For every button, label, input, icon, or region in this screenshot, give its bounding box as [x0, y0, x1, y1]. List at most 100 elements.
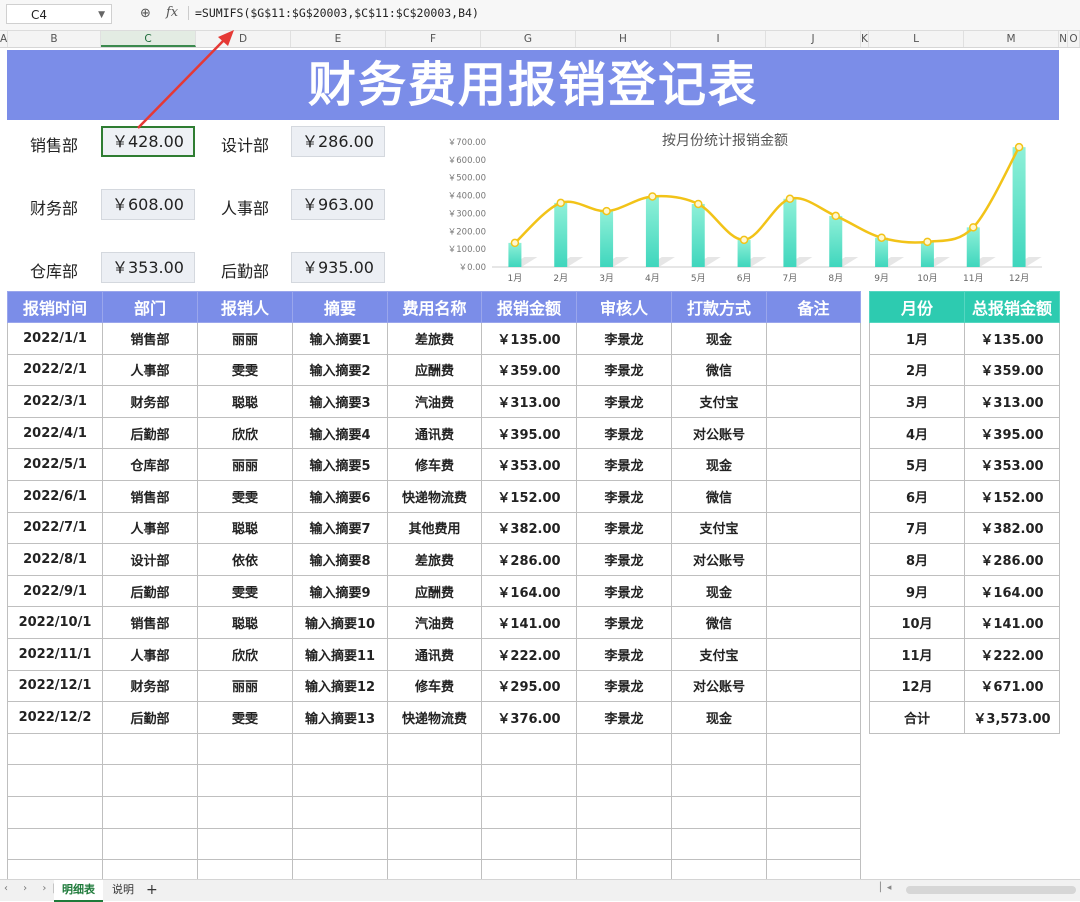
- table-cell[interactable]: 丽丽: [197, 322, 293, 355]
- table-cell[interactable]: 依依: [197, 543, 293, 576]
- table-cell[interactable]: 李景龙: [576, 385, 672, 418]
- table-cell[interactable]: 财务部: [102, 669, 198, 703]
- table-cell[interactable]: 销售部: [102, 479, 198, 513]
- add-sheet-icon[interactable]: +: [146, 882, 158, 898]
- table-cell[interactable]: 2022/9/1: [7, 574, 103, 608]
- table-cell[interactable]: 2022/4/1: [7, 416, 103, 450]
- table-cell[interactable]: [766, 448, 861, 481]
- column-header-e[interactable]: E: [291, 31, 386, 47]
- table-cell[interactable]: [766, 606, 861, 639]
- table-cell[interactable]: [766, 385, 861, 418]
- table-cell[interactable]: 李景龙: [576, 448, 672, 481]
- empty-cell[interactable]: [197, 764, 293, 797]
- table-cell[interactable]: 其他费用: [387, 511, 482, 545]
- empty-cell[interactable]: [671, 764, 767, 797]
- table-cell[interactable]: 后勤部: [102, 574, 198, 608]
- table-cell[interactable]: 5月: [869, 448, 965, 481]
- empty-cell[interactable]: [7, 827, 103, 861]
- empty-cell[interactable]: [197, 795, 293, 829]
- empty-cell[interactable]: [292, 827, 388, 861]
- table-cell[interactable]: 现金: [671, 448, 767, 481]
- table-cell[interactable]: 修车费: [387, 669, 482, 703]
- table-cell[interactable]: 快递物流费: [387, 479, 482, 513]
- table-cell[interactable]: ￥295.00: [481, 669, 577, 703]
- column-header[interactable]: 打款方式: [671, 291, 767, 323]
- column-header-l[interactable]: L: [869, 31, 964, 47]
- table-cell[interactable]: 2月: [869, 353, 965, 387]
- table-cell[interactable]: 李景龙: [576, 543, 672, 576]
- table-cell[interactable]: 输入摘要2: [292, 353, 388, 387]
- table-cell[interactable]: 输入摘要4: [292, 416, 388, 450]
- column-header-h[interactable]: H: [576, 31, 671, 47]
- table-cell[interactable]: ￥286.00: [481, 543, 577, 576]
- empty-cell[interactable]: [102, 764, 198, 797]
- table-cell[interactable]: 输入摘要6: [292, 479, 388, 513]
- table-cell[interactable]: 差旅费: [387, 322, 482, 355]
- table-cell[interactable]: 对公账号: [671, 416, 767, 450]
- empty-cell[interactable]: [387, 795, 482, 829]
- empty-cell[interactable]: [481, 795, 577, 829]
- table-cell[interactable]: ￥135.00: [964, 322, 1060, 355]
- table-cell[interactable]: 微信: [671, 479, 767, 513]
- table-cell[interactable]: ￥395.00: [481, 416, 577, 450]
- column-header-g[interactable]: G: [481, 31, 576, 47]
- table-cell[interactable]: 应酬费: [387, 574, 482, 608]
- empty-cell[interactable]: [197, 732, 293, 766]
- table-cell[interactable]: 2022/7/1: [7, 511, 103, 545]
- column-header-n[interactable]: N: [1059, 31, 1068, 47]
- table-cell[interactable]: ￥141.00: [481, 606, 577, 639]
- table-cell[interactable]: 丽丽: [197, 448, 293, 481]
- table-cell[interactable]: 应酬费: [387, 353, 482, 387]
- column-header[interactable]: 总报销金额: [964, 291, 1060, 323]
- table-cell[interactable]: 李景龙: [576, 701, 672, 734]
- table-cell[interactable]: 设计部: [102, 543, 198, 576]
- chevron-down-icon[interactable]: ▼: [98, 5, 105, 25]
- table-cell[interactable]: 聪聪: [197, 606, 293, 639]
- dept-total-cell[interactable]: ￥286.00: [291, 126, 385, 157]
- table-cell[interactable]: 差旅费: [387, 543, 482, 576]
- column-header[interactable]: 审核人: [576, 291, 672, 323]
- empty-cell[interactable]: [292, 764, 388, 797]
- formula-input[interactable]: =SUMIFS($G$11:$G$20003,$C$11:$C$20003,B4…: [188, 6, 479, 20]
- tab-notes[interactable]: 说明: [104, 880, 142, 900]
- table-cell[interactable]: 聪聪: [197, 385, 293, 418]
- table-cell[interactable]: 输入摘要9: [292, 574, 388, 608]
- table-cell[interactable]: ￥382.00: [964, 511, 1060, 545]
- table-cell[interactable]: ￥152.00: [481, 479, 577, 513]
- table-cell[interactable]: ￥353.00: [481, 448, 577, 481]
- empty-cell[interactable]: [671, 795, 767, 829]
- table-cell[interactable]: ￥152.00: [964, 479, 1060, 513]
- zoom-icon[interactable]: ⊕: [140, 6, 151, 21]
- empty-cell[interactable]: [766, 827, 861, 861]
- empty-cell[interactable]: [766, 732, 861, 766]
- table-cell[interactable]: 欣欣: [197, 416, 293, 450]
- empty-cell[interactable]: [292, 732, 388, 766]
- table-cell[interactable]: [766, 353, 861, 387]
- empty-cell[interactable]: [576, 764, 672, 797]
- table-cell[interactable]: 人事部: [102, 637, 198, 671]
- table-cell[interactable]: ￥3,573.00: [964, 701, 1060, 734]
- table-cell[interactable]: ￥313.00: [964, 385, 1060, 418]
- table-cell[interactable]: 人事部: [102, 353, 198, 387]
- table-cell[interactable]: ￥286.00: [964, 543, 1060, 576]
- table-cell[interactable]: [766, 669, 861, 703]
- table-cell[interactable]: 李景龙: [576, 574, 672, 608]
- table-cell[interactable]: 李景龙: [576, 322, 672, 355]
- table-cell[interactable]: [766, 416, 861, 450]
- table-cell[interactable]: 李景龙: [576, 606, 672, 639]
- column-header-c[interactable]: C: [101, 31, 196, 47]
- table-cell[interactable]: 李景龙: [576, 479, 672, 513]
- empty-cell[interactable]: [102, 732, 198, 766]
- table-cell[interactable]: 合计: [869, 701, 965, 734]
- column-header[interactable]: 费用名称: [387, 291, 482, 323]
- table-cell[interactable]: [766, 701, 861, 734]
- table-cell[interactable]: 支付宝: [671, 385, 767, 418]
- table-cell[interactable]: [766, 574, 861, 608]
- dept-total-cell[interactable]: ￥963.00: [291, 189, 385, 220]
- table-cell[interactable]: [766, 543, 861, 576]
- table-cell[interactable]: 2022/5/1: [7, 448, 103, 481]
- empty-cell[interactable]: [576, 795, 672, 829]
- table-cell[interactable]: 2022/2/1: [7, 353, 103, 387]
- table-cell[interactable]: [766, 322, 861, 355]
- empty-cell[interactable]: [387, 732, 482, 766]
